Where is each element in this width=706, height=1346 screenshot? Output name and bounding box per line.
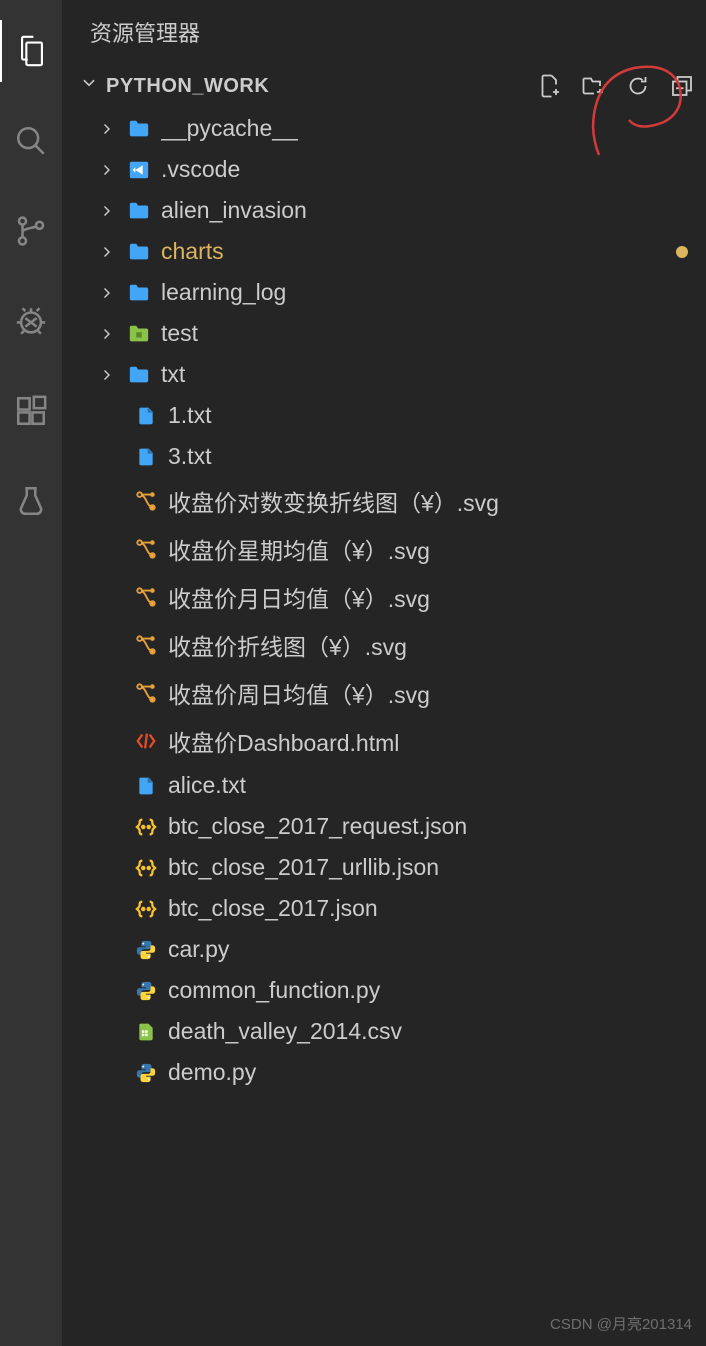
svg-file-icon — [134, 490, 158, 512]
file-label: death_valley_2014.csv — [168, 1018, 698, 1045]
file-item[interactable]: 收盘价Dashboard.html — [62, 717, 706, 765]
refresh-button[interactable] — [626, 74, 650, 98]
folder-icon — [127, 241, 151, 263]
json-file-icon — [134, 857, 158, 879]
file-item[interactable]: car.py — [62, 929, 706, 970]
file-item[interactable]: demo.py — [62, 1052, 706, 1093]
chevron-right-icon — [97, 285, 117, 301]
file-blue-file-icon — [134, 405, 158, 427]
file-label: btc_close_2017_request.json — [168, 813, 698, 840]
folder-item[interactable]: test — [62, 313, 706, 354]
file-item[interactable]: 收盘价对数变换折线图（¥）.svg — [62, 477, 706, 525]
search-tab[interactable] — [0, 110, 62, 172]
folder-label: __pycache__ — [161, 115, 698, 142]
file-blue-file-icon — [134, 775, 158, 797]
file-item[interactable]: btc_close_2017.json — [62, 888, 706, 929]
json-file-icon — [134, 898, 158, 920]
file-label: btc_close_2017.json — [168, 895, 698, 922]
folder-label: .vscode — [161, 156, 698, 183]
folder-icon — [127, 364, 151, 386]
folder-label: alien_invasion — [161, 197, 698, 224]
file-item[interactable]: death_valley_2014.csv — [62, 1011, 706, 1052]
explorer-sidebar: 资源管理器 PYTHON_WORK — [62, 0, 706, 1346]
file-label: 收盘价对数变换折线图（¥）.svg — [168, 484, 698, 518]
file-label: 3.txt — [168, 443, 698, 470]
svg-file-icon — [134, 682, 158, 704]
file-item[interactable]: 收盘价折线图（¥）.svg — [62, 621, 706, 669]
new-file-button[interactable] — [538, 74, 562, 98]
project-header[interactable]: PYTHON_WORK — [62, 64, 706, 108]
chevron-right-icon — [97, 121, 117, 137]
svg-file-icon — [134, 586, 158, 608]
folder-item[interactable]: __pycache__ — [62, 108, 706, 149]
file-label: 1.txt — [168, 402, 698, 429]
file-tree: __pycache__ .vscode alien_invasion chart… — [62, 108, 706, 1346]
folder-item[interactable]: txt — [62, 354, 706, 395]
py-file-icon — [134, 980, 158, 1002]
testing-tab[interactable] — [0, 470, 62, 532]
py-file-icon — [134, 1062, 158, 1084]
modified-indicator — [676, 246, 688, 258]
explorer-actions — [538, 74, 694, 98]
file-label: car.py — [168, 936, 698, 963]
folder-label: learning_log — [161, 279, 698, 306]
chevron-right-icon — [97, 367, 117, 383]
html-file-icon — [134, 730, 158, 752]
activity-bar — [0, 0, 62, 1346]
folder-icon — [127, 200, 151, 222]
file-label: 收盘价星期均值（¥）.svg — [168, 532, 698, 566]
svg-file-icon — [134, 634, 158, 656]
explorer-tab[interactable] — [0, 20, 62, 82]
sidebar-title: 资源管理器 — [62, 0, 706, 64]
file-label: 收盘价月日均值（¥）.svg — [168, 580, 698, 614]
json-file-icon — [134, 816, 158, 838]
chevron-right-icon — [97, 162, 117, 178]
file-label: btc_close_2017_urllib.json — [168, 854, 698, 881]
csv-file-icon — [134, 1021, 158, 1043]
file-item[interactable]: 收盘价周日均值（¥）.svg — [62, 669, 706, 717]
folder-label: charts — [161, 238, 666, 265]
file-item[interactable]: 收盘价星期均值（¥）.svg — [62, 525, 706, 573]
chevron-right-icon — [97, 244, 117, 260]
folder-icon — [127, 118, 151, 140]
file-label: common_function.py — [168, 977, 698, 1004]
py-file-icon — [134, 939, 158, 961]
watermark: CSDN @月亮201314 — [550, 1313, 692, 1334]
file-label: 收盘价Dashboard.html — [168, 724, 698, 758]
chevron-down-icon — [80, 74, 98, 98]
file-item[interactable]: 收盘价月日均值（¥）.svg — [62, 573, 706, 621]
folder-item[interactable]: alien_invasion — [62, 190, 706, 231]
file-blue-file-icon — [134, 446, 158, 468]
folder-item[interactable]: charts — [62, 231, 706, 272]
collapse-all-button[interactable] — [670, 74, 694, 98]
file-item[interactable]: alice.txt — [62, 765, 706, 806]
file-label: 收盘价周日均值（¥）.svg — [168, 676, 698, 710]
file-item[interactable]: common_function.py — [62, 970, 706, 1011]
folder-item[interactable]: learning_log — [62, 272, 706, 313]
source-control-tab[interactable] — [0, 200, 62, 262]
folder-item[interactable]: .vscode — [62, 149, 706, 190]
folder-icon — [127, 282, 151, 304]
file-item[interactable]: btc_close_2017_urllib.json — [62, 847, 706, 888]
extensions-tab[interactable] — [0, 380, 62, 442]
file-item[interactable]: btc_close_2017_request.json — [62, 806, 706, 847]
folder-label: txt — [161, 361, 698, 388]
file-item[interactable]: 1.txt — [62, 395, 706, 436]
chevron-right-icon — [97, 203, 117, 219]
svg-file-icon — [134, 538, 158, 560]
chevron-right-icon — [97, 326, 117, 342]
project-name: PYTHON_WORK — [106, 75, 538, 98]
file-item[interactable]: 3.txt — [62, 436, 706, 477]
folder-icon — [127, 159, 151, 181]
folder-label: test — [161, 320, 698, 347]
debug-tab[interactable] — [0, 290, 62, 352]
new-folder-button[interactable] — [582, 74, 606, 98]
file-label: demo.py — [168, 1059, 698, 1086]
file-label: alice.txt — [168, 772, 698, 799]
file-label: 收盘价折线图（¥）.svg — [168, 628, 698, 662]
folder-icon — [127, 323, 151, 345]
